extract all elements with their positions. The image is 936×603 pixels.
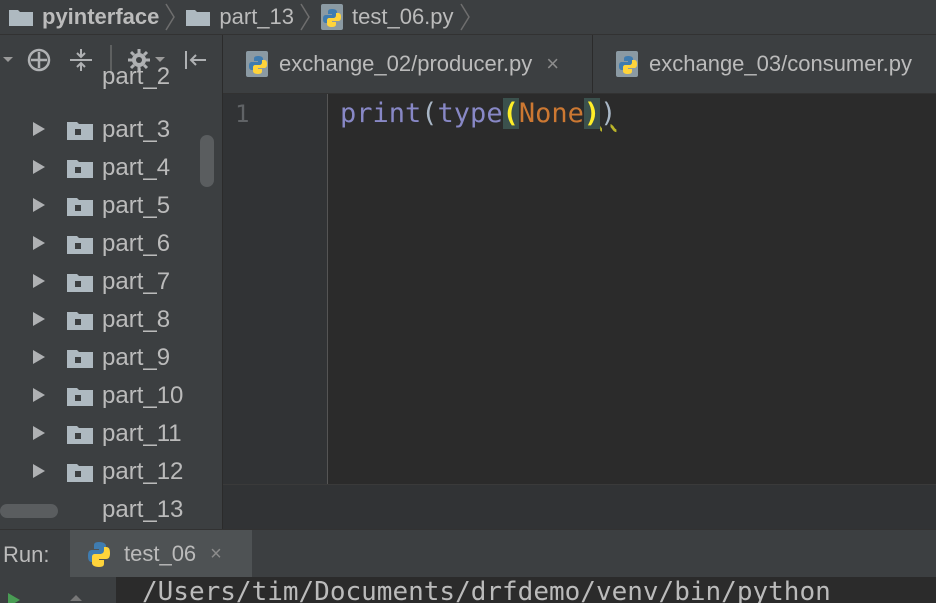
tree-item-label: part_11 — [102, 420, 182, 447]
code-token-paren-highlighted: ( — [502, 98, 519, 129]
folder-icon — [67, 426, 93, 444]
tree-item[interactable]: part_6 — [0, 224, 200, 262]
tree-item[interactable]: part_7 — [0, 262, 200, 300]
run-label: Run: — [3, 542, 50, 567]
navigation-breadcrumb: pyinterface part_13 test_06.py — [0, 0, 936, 35]
breadcrumb-project[interactable]: pyinterface — [8, 0, 159, 34]
breadcrumb-label: pyinterface — [42, 4, 160, 29]
horizontal-scrollbar[interactable] — [0, 504, 58, 518]
tab-producer[interactable]: exchange_02/producer.py × — [245, 35, 559, 93]
python-file-icon — [246, 51, 268, 77]
expand-arrow-icon[interactable] — [32, 235, 46, 251]
tree-item[interactable]: part_4 — [0, 148, 200, 186]
breadcrumb-label: test_06.py — [352, 4, 454, 29]
tab-label: exchange_03/consumer.py — [649, 51, 912, 76]
run-tab-label: test_06 — [124, 541, 197, 566]
tree-item-label: part_2 — [102, 63, 171, 90]
tree-item[interactable]: part_8 — [0, 300, 200, 338]
folder-icon — [67, 274, 93, 292]
chevron-right-icon — [300, 3, 310, 31]
tree-item-label: part_7 — [102, 268, 171, 295]
tree-item-label: part_10 — [102, 382, 184, 409]
folder-icon — [67, 198, 93, 216]
tree-item[interactable]: part_12 — [0, 452, 200, 490]
folder-icon — [67, 388, 93, 406]
expand-arrow-icon[interactable] — [32, 159, 46, 175]
code-token-paren-highlighted: ) — [583, 98, 601, 129]
folder-icon — [67, 160, 93, 178]
editor-status-strip — [223, 484, 936, 530]
expand-arrow-icon[interactable] — [32, 311, 46, 327]
run-console[interactable]: /Users/tim/Documents/drfdemo/venv/bin/py… — [0, 577, 936, 603]
line-number: 1 — [235, 100, 250, 128]
expand-arrow-icon[interactable] — [32, 387, 46, 403]
code-token-print: print — [340, 98, 422, 129]
expand-arrow-icon[interactable] — [32, 121, 46, 137]
tree-item[interactable]: part_3 — [0, 110, 200, 148]
folder-icon — [67, 312, 93, 330]
run-tool-window-header: Run: test_06 × — [0, 529, 936, 578]
code-token-paren-warning: ) — [600, 98, 617, 129]
run-play-icon[interactable] — [8, 593, 20, 603]
console-output-line: /Users/tim/Documents/drfdemo/venv/bin/py… — [142, 577, 831, 603]
tab-label: exchange_02/producer.py — [279, 51, 533, 76]
scroll-up-icon[interactable] — [70, 595, 82, 601]
breadcrumb-folder[interactable]: part_13 — [185, 0, 294, 34]
expand-arrow-icon[interactable] — [32, 425, 46, 441]
folder-icon — [67, 464, 93, 482]
chevron-right-icon — [165, 3, 176, 31]
tree-item-partial[interactable]: part_2 — [0, 57, 200, 95]
tree-item-label: part_12 — [102, 458, 184, 485]
run-tab[interactable]: test_06 × — [70, 530, 252, 578]
tree-item-label: part_13 — [102, 496, 184, 523]
tree-item[interactable]: part_9 — [0, 338, 200, 376]
code-token-type: type — [437, 98, 503, 129]
expand-arrow-icon[interactable] — [32, 273, 46, 289]
run-side-toolbar — [0, 577, 116, 603]
breadcrumb-file[interactable]: test_06.py — [320, 0, 454, 34]
folder-icon — [186, 10, 211, 26]
tree-item-label: part_5 — [102, 192, 171, 219]
folder-icon — [67, 236, 93, 254]
python-file-icon — [616, 51, 638, 77]
close-icon[interactable]: × — [210, 543, 222, 566]
tree-item-label: part_3 — [102, 116, 171, 143]
python-icon — [88, 542, 110, 567]
tree-item-label: part_4 — [102, 154, 171, 181]
tree-item-label: part_8 — [102, 306, 171, 333]
tab-divider — [592, 35, 593, 93]
code-token-paren: ( — [421, 98, 438, 129]
tree-item[interactable]: part_5 — [0, 186, 200, 224]
tree-item[interactable]: part_11 — [0, 414, 200, 452]
folder-icon — [9, 10, 33, 26]
breadcrumb-label: part_13 — [219, 4, 295, 29]
code-line[interactable]: print(type(None)) — [340, 98, 616, 129]
close-icon[interactable]: × — [546, 51, 559, 77]
expand-arrow-icon[interactable] — [32, 349, 46, 365]
project-panel: part_2 part_3 part_4 part_5 part_6 part_… — [0, 35, 223, 529]
line-gutter: 1 — [223, 94, 328, 484]
expand-arrow-icon[interactable] — [32, 197, 46, 213]
python-file-icon — [321, 4, 344, 30]
folder-icon — [67, 122, 93, 140]
vertical-scrollbar[interactable] — [200, 135, 214, 187]
tree-item-label: part_6 — [102, 230, 171, 257]
editor-tab-bar: exchange_02/producer.py × exchange_03/co… — [223, 35, 936, 94]
expand-arrow-icon[interactable] — [32, 463, 46, 479]
tree-item[interactable]: part_10 — [0, 376, 200, 414]
tab-consumer[interactable]: exchange_03/consumer.py — [615, 35, 912, 93]
tree-item-label: part_9 — [102, 344, 171, 371]
code-token-none: None — [518, 98, 584, 129]
folder-icon — [67, 350, 93, 368]
chevron-right-icon — [459, 3, 470, 31]
code-editor[interactable]: 1 print(type(None)) — [223, 94, 936, 484]
